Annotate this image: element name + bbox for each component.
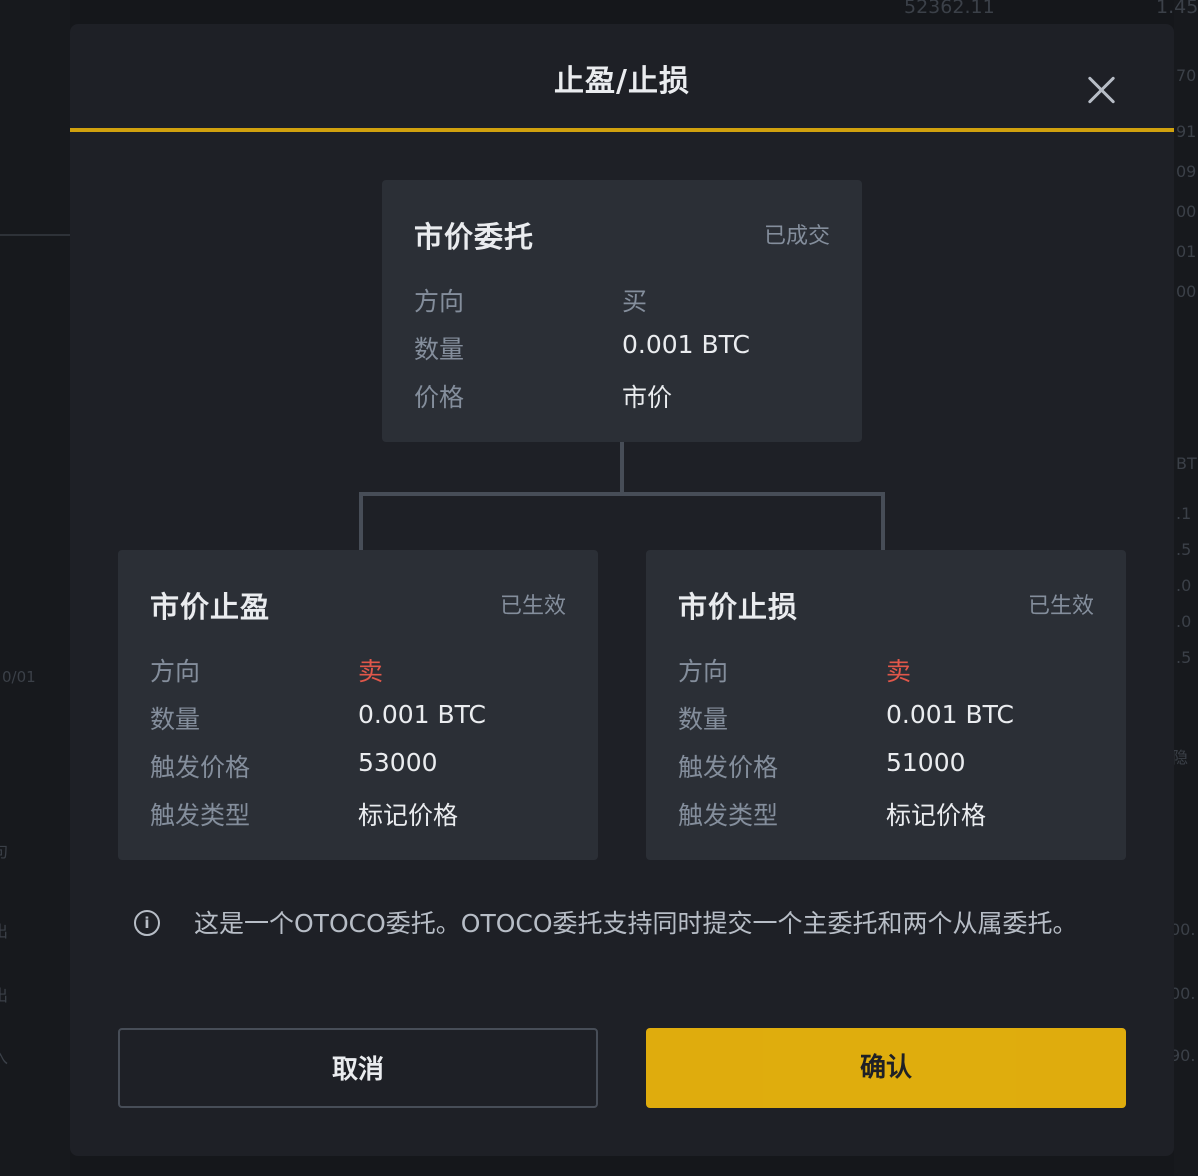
background-chart-line (0, 234, 70, 236)
background-left-panel (0, 0, 70, 1176)
take-profit-label: 触发价格 (150, 753, 251, 782)
stop-loss-label: 触发价格 (678, 753, 779, 782)
info-icon: i (134, 910, 160, 936)
main-order-title: 市价委托 (414, 220, 535, 254)
background-right-value: 09 (1176, 162, 1197, 181)
take-profit-title: 市价止盈 (150, 590, 271, 624)
take-profit-label: 数量 (150, 705, 201, 734)
stop-loss-card: 市价止损 已生效 方向 卖 数量 0.001 BTC 触发价格 51000 触发… (646, 550, 1126, 860)
background-right-value: 70 (1176, 66, 1197, 85)
background-right-value: .5 (1176, 648, 1192, 667)
take-profit-value: 53000 (358, 748, 438, 777)
stop-loss-value: 标记价格 (886, 801, 987, 830)
background-right-value: 隐 (1172, 748, 1189, 767)
background-right-value: 00 (1176, 282, 1197, 301)
info-text: 这是一个OTOCO委托。OTOCO委托支持同时提交一个主委托和两个从属委托。 (194, 909, 1078, 938)
take-profit-status: 已生效 (499, 594, 566, 619)
background-left-value: 句 (0, 842, 9, 861)
background-right-value: .0 (1176, 612, 1192, 631)
take-profit-value: 0.001 BTC (358, 700, 486, 729)
take-profit-label: 触发类型 (150, 801, 251, 830)
stop-loss-side-value: 卖 (886, 657, 912, 686)
connector-horizontal (359, 492, 885, 496)
close-icon[interactable] (1082, 70, 1122, 110)
connector-left-drop (359, 492, 363, 550)
background-left-value: 出 (0, 922, 9, 941)
main-order-card: 市价委托 已成交 方向 买 数量 0.001 BTC 价格 市价 (382, 180, 862, 442)
take-profit-card: 市价止盈 已生效 方向 卖 数量 0.001 BTC 触发价格 53000 触发… (118, 550, 598, 860)
background-right-value: .0 (1176, 576, 1192, 595)
stop-loss-title: 市价止损 (678, 590, 799, 624)
stop-loss-value: 0.001 BTC (886, 700, 1014, 729)
background-right-value: 01 (1176, 242, 1197, 261)
background-right-value: BT (1176, 454, 1197, 473)
stop-loss-label: 数量 (678, 705, 729, 734)
background-right-value: .1 (1176, 504, 1192, 523)
main-order-label: 方向 (414, 287, 465, 316)
background-left-value: 出 (0, 986, 9, 1005)
stop-loss-label: 触发类型 (678, 801, 779, 830)
main-order-value: 买 (622, 287, 648, 316)
main-order-value: 市价 (622, 383, 673, 412)
cancel-button[interactable]: 取消 (118, 1028, 598, 1108)
connector-right-drop (881, 492, 885, 550)
background-left-value: 入 (0, 1048, 9, 1067)
connector-vertical-top (620, 442, 624, 494)
background-right-value: .5 (1176, 540, 1192, 559)
background-date-label: 0/01 (2, 668, 36, 686)
confirm-button[interactable]: 确认 (646, 1028, 1126, 1108)
main-order-status: 已成交 (763, 224, 830, 249)
main-order-label: 数量 (414, 335, 465, 364)
stop-loss-label: 方向 (678, 657, 729, 686)
background-top-right-value: 1.45 (1156, 0, 1198, 18)
main-order-value: 0.001 BTC (622, 330, 750, 359)
background-right-value: 91 (1176, 122, 1197, 141)
background-price: 52362.11 (904, 0, 995, 18)
take-profit-label: 方向 (150, 657, 201, 686)
tpsl-modal: 止盈/止损 市价委托 已成交 方向 买 数量 0.001 BTC 价格 市价 市… (70, 24, 1174, 1156)
take-profit-side-value: 卖 (358, 657, 384, 686)
modal-header: 止盈/止损 (70, 24, 1174, 128)
header-accent-line (70, 128, 1174, 132)
take-profit-value: 标记价格 (358, 801, 459, 830)
stop-loss-value: 51000 (886, 748, 966, 777)
stop-loss-status: 已生效 (1027, 594, 1094, 619)
modal-title: 止盈/止损 (554, 64, 690, 99)
main-order-label: 价格 (414, 383, 465, 412)
background-right-value: 00 (1176, 202, 1197, 221)
